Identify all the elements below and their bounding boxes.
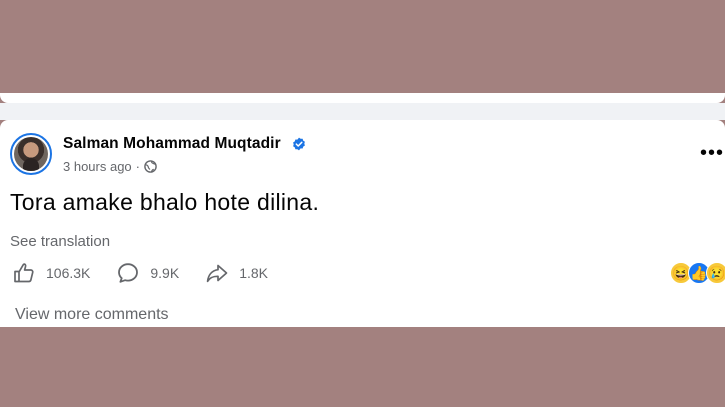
post-meta: 3 hours ago · — [63, 159, 157, 174]
post-text: Tora amake bhalo hote dilina. — [10, 189, 320, 215]
like-count: 106.3K — [46, 265, 91, 281]
share-icon — [206, 264, 228, 283]
see-translation-link[interactable]: See translation — [10, 233, 110, 250]
feed-gap — [0, 103, 725, 120]
more-options-button[interactable]: ••• — [700, 143, 724, 163]
author-name[interactable]: Salman Mohammad Muqtadir — [63, 135, 281, 153]
like-icon — [14, 263, 34, 283]
meta-separator: · — [135, 159, 141, 174]
previous-post-card — [0, 93, 725, 103]
like-button[interactable]: 106.3K — [12, 261, 90, 285]
post-card: Salman Mohammad Muqtadir 3 hours ago · •… — [0, 120, 725, 327]
sad-reaction-icon: 😢 — [706, 262, 725, 284]
view-more-comments-link[interactable]: View more comments — [15, 306, 169, 324]
globe-icon[interactable] — [144, 160, 157, 173]
comment-count: 9.9K — [150, 265, 180, 281]
bottom-backdrop — [0, 327, 725, 407]
top-backdrop — [0, 0, 725, 93]
reactions-summary[interactable]: 😆 👍 😢 — [670, 262, 725, 284]
profile-photo — [14, 137, 48, 171]
comment-icon — [118, 263, 139, 283]
action-bar: 106.3K 9.9K 1.8K — [12, 261, 294, 285]
timestamp[interactable]: 3 hours ago — [63, 159, 132, 174]
share-button[interactable]: 1.8K — [205, 261, 268, 285]
verified-badge-icon — [293, 137, 305, 151]
share-count: 1.8K — [239, 265, 268, 281]
avatar[interactable] — [10, 133, 52, 175]
comment-button[interactable]: 9.9K — [116, 261, 179, 285]
